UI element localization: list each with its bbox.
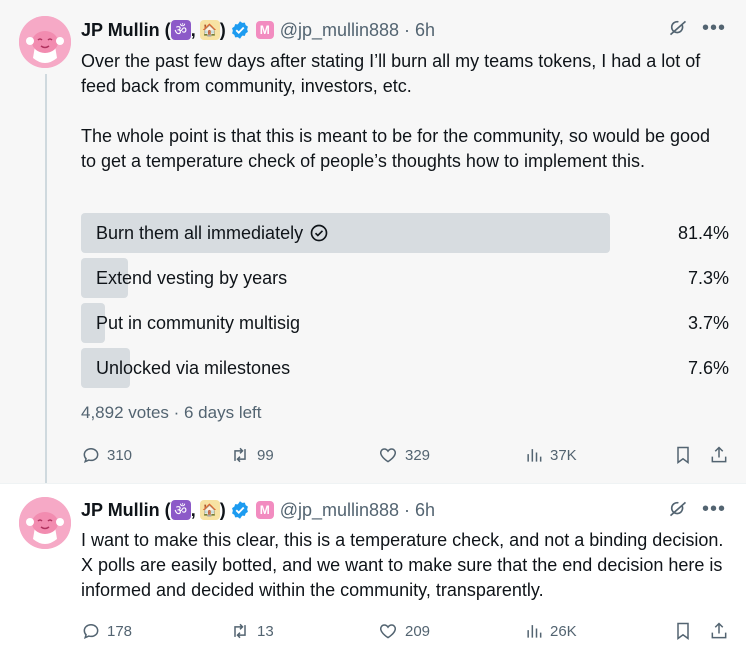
- repost-count: 99: [257, 446, 274, 464]
- views-button[interactable]: 37K: [524, 445, 664, 465]
- name-separator: ,: [190, 19, 196, 40]
- poll-option-percent: 7.6%: [687, 358, 729, 378]
- grok-icon[interactable]: [668, 18, 688, 38]
- tweet-top-actions: •••: [668, 499, 726, 519]
- repost-icon: [229, 445, 251, 465]
- heart-icon: [377, 445, 399, 465]
- share-icon[interactable]: [709, 621, 729, 641]
- tweet-actions: 310 99 329 37K: [81, 443, 729, 467]
- heart-icon: [377, 621, 399, 641]
- poll-option[interactable]: Put in community multisig 3.7%: [81, 303, 731, 343]
- reply-icon: [81, 445, 101, 465]
- verified-badge-icon: [230, 20, 250, 40]
- views-count: 37K: [550, 446, 577, 464]
- repost-button[interactable]: 99: [229, 445, 377, 465]
- reply-button[interactable]: 178: [81, 621, 229, 641]
- poll-option[interactable]: Unlocked via milestones 7.6%: [81, 348, 731, 388]
- reply-count: 310: [107, 446, 133, 464]
- tweet-top-actions: •••: [668, 18, 726, 38]
- tweet-actions: 178 13 209 26K: [81, 619, 729, 643]
- more-options-icon[interactable]: •••: [702, 499, 726, 519]
- poll-meta: 4,892 votes · 6 days left: [81, 403, 262, 422]
- tweet-header: JP Mullin ( ॐ , 🏠 ) M @jp_mullin888 · 6h: [81, 498, 435, 522]
- avatar[interactable]: [19, 16, 71, 68]
- grok-icon[interactable]: [668, 499, 688, 519]
- reply-count: 178: [107, 622, 133, 640]
- views-count: 26K: [550, 622, 577, 640]
- reply-button[interactable]: 310: [81, 445, 229, 465]
- tweet-2[interactable]: JP Mullin ( ॐ , 🏠 ) M @jp_mullin888 · 6h…: [0, 483, 746, 663]
- check-circle-icon: [309, 223, 329, 243]
- house-emoji-icon: 🏠: [199, 20, 220, 40]
- affiliate-badge-icon: M: [255, 501, 274, 519]
- name-close-paren: ): [219, 19, 226, 40]
- poll-option-label: Extend vesting by years: [96, 268, 288, 288]
- author-handle[interactable]: @jp_mullin888: [280, 500, 399, 521]
- bookmark-icon[interactable]: [673, 445, 693, 465]
- views-chart-icon: [524, 445, 544, 465]
- views-button[interactable]: 26K: [524, 621, 664, 641]
- thread-connector-line: [45, 74, 47, 483]
- om-emoji-icon: ॐ: [170, 20, 191, 40]
- tweet-text: Over the past few days after stating I’l…: [81, 51, 711, 171]
- author-handle[interactable]: @jp_mullin888: [280, 20, 399, 41]
- poll-option-percent: 81.4%: [677, 223, 729, 243]
- tweet-timestamp[interactable]: · 6h: [404, 20, 435, 41]
- tweet-1[interactable]: JP Mullin ( ॐ , 🏠 ) M @jp_mullin888 · 6h…: [0, 0, 746, 483]
- verified-badge-icon: [230, 500, 250, 520]
- reply-icon: [81, 621, 101, 641]
- author-name[interactable]: JP Mullin (: [81, 500, 171, 521]
- poll-option-percent: 3.7%: [687, 313, 729, 333]
- repost-button[interactable]: 13: [229, 621, 377, 641]
- affiliate-badge-icon: M: [255, 21, 274, 39]
- author-name[interactable]: JP Mullin (: [81, 20, 171, 41]
- om-emoji-icon: ॐ: [170, 500, 191, 520]
- repost-icon: [229, 621, 251, 641]
- poll-option-label: Put in community multisig: [96, 313, 301, 333]
- poll-option[interactable]: Extend vesting by years 7.3%: [81, 258, 731, 298]
- poll-option-label: Unlocked via milestones: [96, 358, 291, 378]
- poll-option-label: Burn them all immediately: [96, 223, 304, 243]
- poll: Burn them all immediately 81.4% Extend v…: [81, 213, 731, 393]
- bookmark-icon[interactable]: [673, 621, 693, 641]
- views-chart-icon: [524, 621, 544, 641]
- poll-option[interactable]: Burn them all immediately 81.4%: [81, 213, 731, 253]
- more-options-icon[interactable]: •••: [702, 18, 726, 38]
- tweet-text: I want to make this clear, this is a tem…: [81, 530, 724, 600]
- tweet-timestamp[interactable]: · 6h: [404, 500, 435, 521]
- house-emoji-icon: 🏠: [199, 500, 220, 520]
- avatar-illustration-icon: [19, 16, 71, 68]
- name-close-paren: ): [219, 499, 226, 520]
- avatar[interactable]: [19, 497, 71, 549]
- share-icon[interactable]: [709, 445, 729, 465]
- poll-option-percent: 7.3%: [687, 268, 729, 288]
- repost-count: 13: [257, 622, 274, 640]
- like-button[interactable]: 329: [377, 445, 524, 465]
- tweet-header: JP Mullin ( ॐ , 🏠 ) M @jp_mullin888 · 6h: [81, 18, 435, 42]
- like-button[interactable]: 209: [377, 621, 524, 641]
- name-separator: ,: [190, 499, 196, 520]
- avatar-illustration-icon: [19, 497, 71, 549]
- like-count: 209: [405, 622, 431, 640]
- like-count: 329: [405, 446, 431, 464]
